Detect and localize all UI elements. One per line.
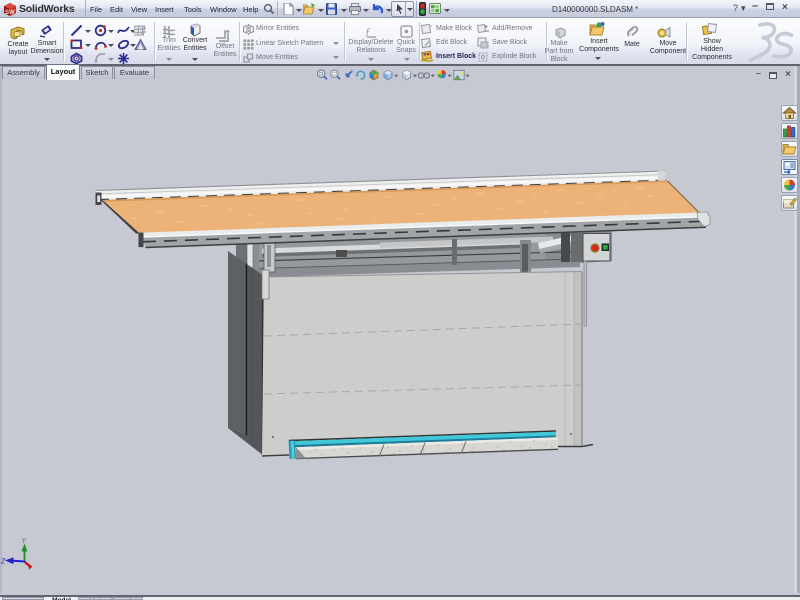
svg-text:Z: Z xyxy=(0,559,6,566)
svg-text:ƒ: ƒ xyxy=(365,26,371,38)
svg-text:SW: SW xyxy=(5,10,15,16)
